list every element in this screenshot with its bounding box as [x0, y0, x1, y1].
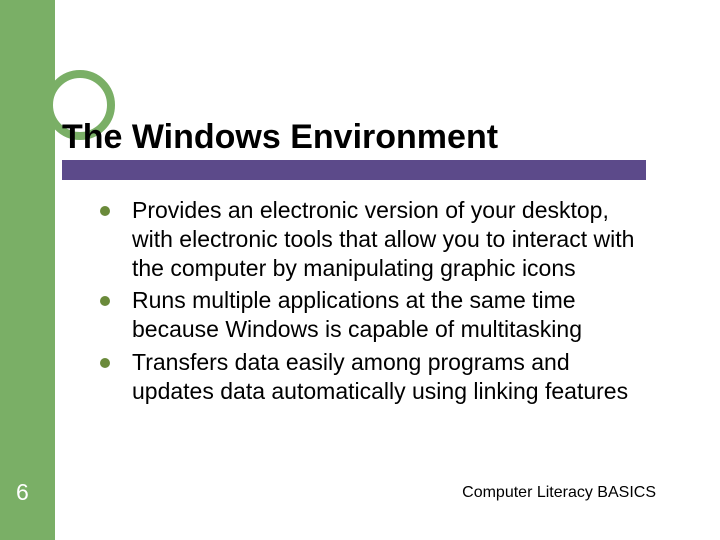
title-underline	[62, 160, 646, 180]
left-color-bar	[0, 0, 55, 540]
slide-title: The Windows Environment	[62, 118, 498, 157]
list-item: Runs multiple applications at the same t…	[100, 286, 655, 344]
bullet-icon	[100, 358, 110, 368]
footer-text: Computer Literacy BASICS	[462, 484, 656, 502]
list-item: Provides an electronic version of your d…	[100, 196, 655, 282]
bullet-list: Provides an electronic version of your d…	[100, 196, 655, 409]
bullet-icon	[100, 296, 110, 306]
bullet-icon	[100, 206, 110, 216]
slide: The Windows Environment Provides an elec…	[0, 0, 720, 540]
list-item: Transfers data easily among programs and…	[100, 348, 655, 406]
bullet-text: Transfers data easily among programs and…	[132, 348, 655, 406]
bullet-text: Provides an electronic version of your d…	[132, 196, 655, 282]
bullet-text: Runs multiple applications at the same t…	[132, 286, 655, 344]
page-number: 6	[16, 479, 29, 506]
